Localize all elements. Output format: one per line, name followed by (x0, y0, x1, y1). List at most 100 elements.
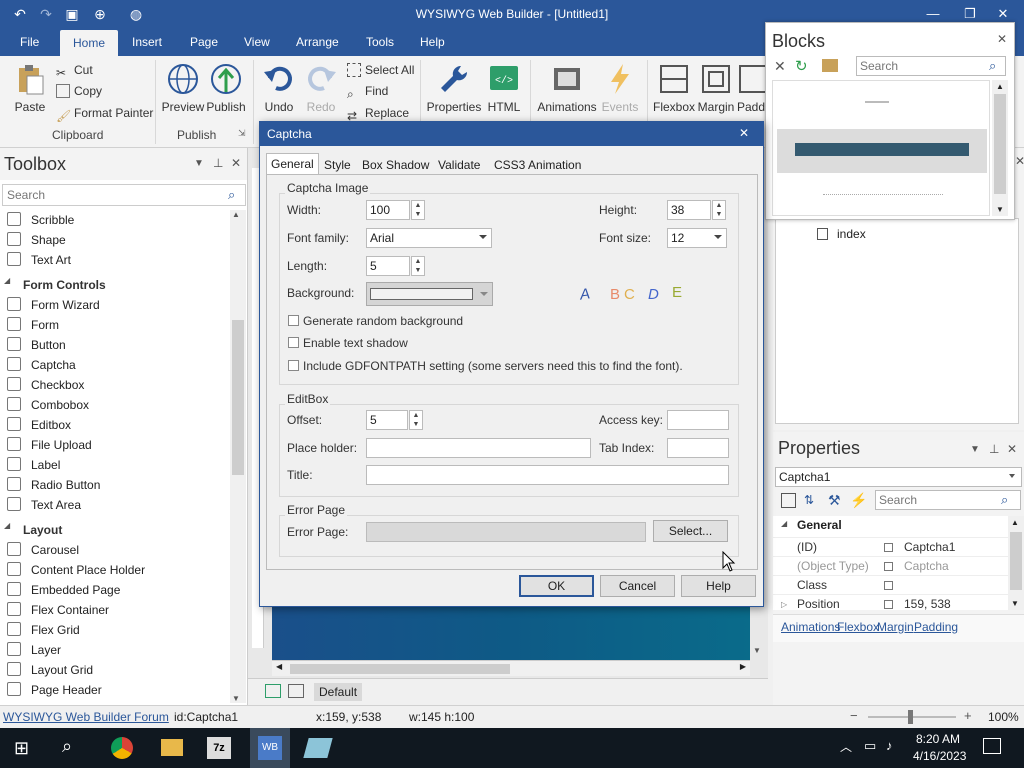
height-spinner[interactable]: ▲ ▼ (712, 200, 726, 220)
scroll-up-icon[interactable]: ▲ (996, 82, 1004, 91)
scroll-down-icon[interactable]: ▼ (996, 205, 1004, 214)
zoom-out-icon[interactable]: − (850, 708, 858, 723)
link-flexbox[interactable]: Flexbox (837, 620, 879, 634)
toolbox-item[interactable]: Flex Grid (0, 620, 80, 640)
toolbox-search-input[interactable]: Search (2, 184, 246, 206)
edit-property-icon[interactable] (884, 600, 893, 609)
publish-button[interactable]: Publish (204, 62, 248, 114)
property-value[interactable]: Captcha (904, 557, 949, 576)
font-size-select[interactable]: 12 (667, 228, 727, 248)
help-button[interactable]: Help (681, 575, 756, 597)
link-animations[interactable]: Animations (781, 620, 840, 634)
scroll-left-icon[interactable]: ◀ (276, 662, 282, 671)
access-key-input[interactable] (667, 410, 729, 430)
zoom-slider-thumb[interactable] (908, 710, 913, 724)
block-thumbnail-selected[interactable] (777, 129, 987, 173)
tree-item-index[interactable]: index (837, 227, 866, 241)
tab-css3-animation[interactable]: CSS3 Animation (490, 155, 585, 175)
toolbox-item[interactable]: Embedded Page (0, 580, 120, 600)
collapse-icon[interactable]: ◢ (4, 276, 10, 285)
object-selector[interactable]: Captcha1 (775, 467, 1022, 487)
length-spinner[interactable]: ▲ ▼ (411, 256, 425, 276)
scroll-thumb[interactable] (994, 94, 1006, 194)
enable-text-shadow-checkbox[interactable]: Enable text shadow (288, 336, 408, 350)
pin-icon[interactable]: ⊥ (989, 442, 999, 456)
refresh-icon[interactable]: ↻ (795, 57, 808, 75)
toolbox-item[interactable]: Content Place Holder (0, 560, 145, 580)
property-scrollbar[interactable]: ▲ ▼ (1008, 516, 1024, 610)
taskbar-date[interactable]: 4/16/2023 (913, 749, 966, 763)
close-icon[interactable]: ✕ (231, 156, 241, 170)
placeholder-input[interactable] (366, 438, 591, 458)
scroll-thumb[interactable] (1010, 532, 1022, 590)
toolbox-item[interactable]: Text Art (0, 250, 71, 270)
checkbox-box[interactable] (288, 315, 299, 326)
properties-button[interactable]: Properties (426, 62, 482, 114)
property-row[interactable]: (Object Type) Captcha (773, 556, 1008, 575)
7zip-icon[interactable]: 7z (207, 737, 231, 759)
edit-property-icon[interactable] (884, 543, 893, 552)
property-row[interactable]: ▷ Position 159, 538 (773, 594, 1008, 613)
delete-icon[interactable]: ✕ (774, 58, 786, 75)
property-row[interactable]: Class (773, 575, 1008, 594)
dialog-launcher-icon[interactable]: ⇲ (238, 128, 246, 139)
animations-button[interactable]: Animations (536, 62, 598, 114)
find-button[interactable]: ⌕ Find (347, 84, 388, 101)
property-value[interactable]: Captcha1 (904, 538, 955, 557)
blocks-scrollbar[interactable]: ▲ ▼ (992, 80, 1008, 216)
tab-file[interactable]: File (14, 28, 45, 56)
scroll-down-icon[interactable]: ▼ (753, 646, 761, 655)
undo-button[interactable]: Undo (258, 62, 300, 114)
search-icon[interactable]: ⌕ (1001, 492, 1008, 508)
title-input[interactable] (366, 465, 729, 485)
scroll-up-icon[interactable]: ▲ (232, 210, 240, 219)
cut-button[interactable]: ✂ Cut (56, 63, 93, 80)
page-settings-icon[interactable] (288, 684, 304, 698)
redo-button[interactable]: Redo (300, 62, 342, 114)
close-icon[interactable]: ✕ (1007, 442, 1017, 456)
paste-button[interactable]: Paste (8, 62, 52, 114)
toolbox-item[interactable]: Captcha (0, 355, 76, 375)
width-input[interactable]: 100 (366, 200, 410, 220)
close-icon[interactable]: ✕ (1015, 154, 1024, 168)
tab-help[interactable]: Help (414, 28, 451, 56)
toolbox-item[interactable]: Checkbox (0, 375, 84, 395)
scroll-down-icon[interactable]: ▼ (232, 694, 240, 703)
select-button[interactable]: Select... (653, 520, 728, 542)
link-padding[interactable]: Padding (914, 620, 958, 634)
toolbox-item[interactable]: Combobox (0, 395, 89, 415)
tab-default-page[interactable]: Default (314, 683, 363, 701)
width-spinner[interactable]: ▲ ▼ (411, 200, 425, 220)
pin-icon[interactable]: ⊥ (213, 156, 223, 170)
web-builder-icon[interactable]: WB (258, 736, 282, 760)
app-icon[interactable] (303, 738, 333, 758)
category-form-controls[interactable]: Form Controls (23, 275, 106, 295)
font-family-select[interactable]: Arial (366, 228, 492, 248)
taskbar-time[interactable]: 8:20 AM (916, 732, 960, 746)
tab-general[interactable]: General (266, 153, 319, 175)
offset-input[interactable]: 5 (366, 410, 408, 430)
search-icon[interactable]: ⌕ (989, 58, 996, 74)
blocks-search-input[interactable]: Search (856, 56, 1006, 76)
edit-property-icon[interactable] (884, 581, 893, 590)
tab-arrange[interactable]: Arrange (290, 28, 345, 56)
background-color-picker[interactable] (366, 282, 493, 306)
toolbox-item[interactable]: Form Wizard (0, 295, 100, 315)
categorized-icon[interactable] (781, 493, 796, 508)
tab-insert[interactable]: Insert (126, 28, 168, 56)
toolbox-item[interactable]: Flex Container (0, 600, 109, 620)
windows-start-icon[interactable]: ⊞ (14, 738, 29, 759)
toolbox-item[interactable]: Label (0, 455, 60, 475)
expand-icon[interactable]: ▷ (781, 595, 787, 614)
link-margin[interactable]: Margin (877, 620, 914, 634)
toolbox-item[interactable]: File Upload (0, 435, 92, 455)
tab-validate[interactable]: Validate (434, 155, 484, 175)
chevron-up-icon[interactable]: ︿ (840, 738, 852, 755)
toolbox-item[interactable]: Shape (0, 230, 66, 250)
volume-icon[interactable]: ♪ (886, 738, 893, 753)
format-painter-button[interactable]: 🖌 Format Painter (56, 106, 153, 123)
checkbox-box[interactable] (288, 360, 299, 371)
property-row[interactable]: (ID) Captcha1 (773, 537, 1008, 556)
block-thumbnail[interactable] (865, 101, 889, 103)
checkbox-box[interactable] (288, 337, 299, 348)
